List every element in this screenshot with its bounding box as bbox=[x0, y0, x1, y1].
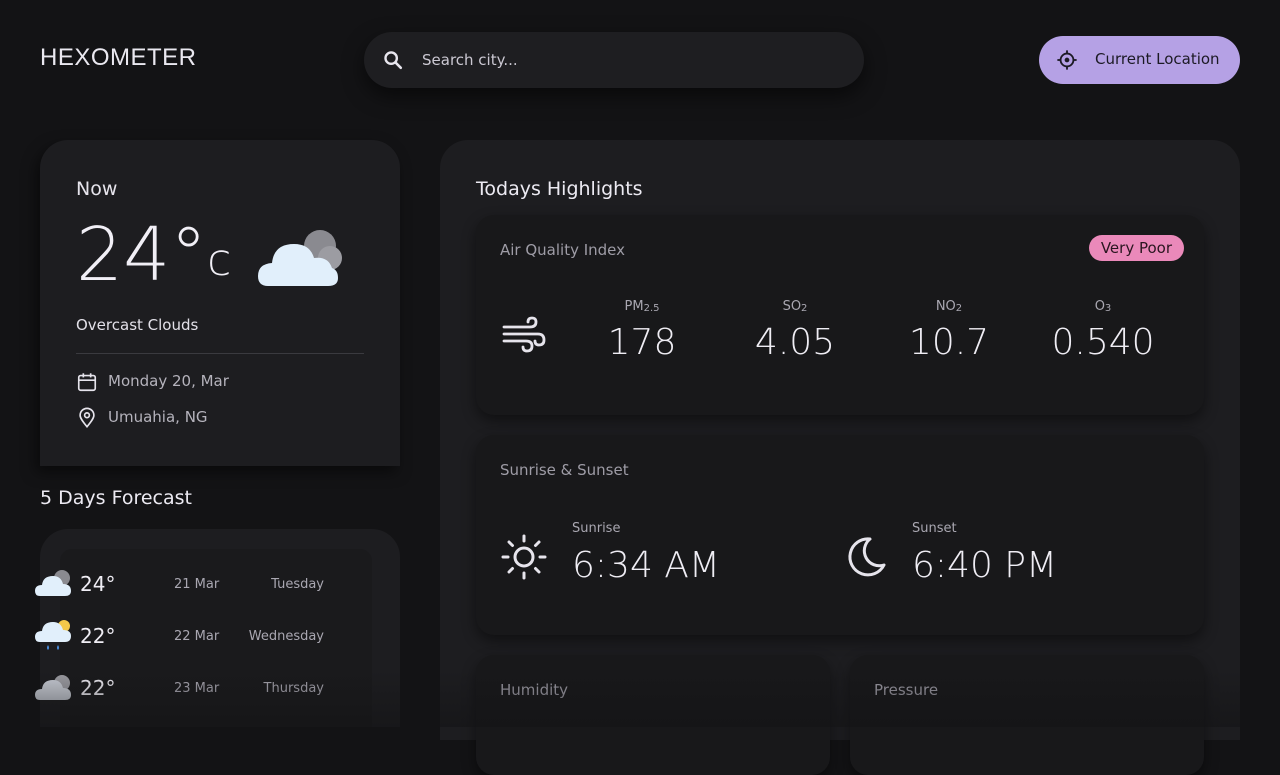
current-location-button[interactable]: Current Location bbox=[1039, 36, 1240, 84]
cloudy-icon bbox=[35, 570, 71, 596]
overcast-cloud-icon bbox=[258, 230, 342, 286]
highlights-panel: Todays Highlights Air Quality Index Very… bbox=[440, 140, 1240, 775]
current-date: Monday 20, Mar bbox=[108, 372, 229, 390]
so2-label: SO2 bbox=[782, 299, 808, 314]
so2-value: 4.05 bbox=[754, 322, 836, 363]
sunrise-value: 6:34 AM bbox=[572, 545, 720, 586]
no2-metric: NO2 10.7 bbox=[889, 299, 1009, 363]
forecast-date: 23 Mar bbox=[174, 681, 220, 696]
rain-sun-icon bbox=[35, 620, 71, 650]
forecast-row: 24° 21 Mar Tuesday bbox=[0, 564, 360, 604]
location-pin-icon bbox=[79, 407, 95, 428]
sun-icon bbox=[501, 534, 547, 580]
divider bbox=[76, 353, 364, 354]
search-input[interactable] bbox=[420, 46, 840, 74]
pm25-label: PM2.5 bbox=[624, 299, 660, 314]
forecast-date: 22 Mar bbox=[174, 629, 220, 644]
app-logo[interactable]: HEXOMETER bbox=[40, 44, 197, 72]
sunrise-sunset-card: Sunrise & Sunset Sunrise 6:34 AM Sunset … bbox=[476, 435, 1204, 635]
sunset-value: 6:40 PM bbox=[912, 545, 1058, 586]
overcast-icon bbox=[35, 675, 71, 700]
sunrise-sunset-title: Sunrise & Sunset bbox=[500, 461, 629, 479]
no2-label: NO2 bbox=[935, 299, 963, 314]
highlights-title: Todays Highlights bbox=[476, 178, 643, 200]
temperature-unit: c bbox=[207, 235, 232, 286]
humidity-card: Humidity bbox=[476, 655, 830, 775]
search-icon bbox=[384, 51, 403, 70]
current-temperature: 24°c bbox=[76, 212, 232, 298]
sunset-label: Sunset bbox=[912, 521, 957, 536]
air-quality-card: Air Quality Index Very Poor PM2.5 178 SO… bbox=[476, 215, 1204, 415]
pressure-title: Pressure bbox=[874, 681, 939, 699]
o3-metric: O3 0.540 bbox=[1043, 299, 1163, 363]
forecast-temp: 24° bbox=[80, 572, 116, 596]
crosshair-icon bbox=[1057, 50, 1077, 70]
current-location-label: Current Location bbox=[1095, 50, 1220, 68]
sunrise-label: Sunrise bbox=[572, 521, 621, 536]
so2-metric: SO2 4.05 bbox=[735, 299, 855, 363]
forecast-row: 22° 22 Mar Wednesday bbox=[0, 616, 360, 656]
air-quality-badge: Very Poor bbox=[1088, 235, 1184, 261]
forecast-row: 22° 23 Mar Thursday bbox=[0, 668, 360, 708]
forecast-date: 21 Mar bbox=[174, 577, 220, 592]
pm25-value: 178 bbox=[607, 322, 677, 363]
pm25-metric: PM2.5 178 bbox=[582, 299, 702, 363]
moon-icon bbox=[848, 537, 886, 577]
wind-icon bbox=[502, 316, 546, 353]
current-weather-card: Now 24°c Overcast Clouds Monday 20, Mar … bbox=[40, 140, 400, 466]
pressure-card: Pressure bbox=[850, 655, 1204, 775]
date-row: Monday 20, Mar bbox=[76, 370, 229, 394]
forecast-temp: 22° bbox=[80, 676, 116, 700]
forecast-day: Tuesday bbox=[271, 577, 324, 592]
calendar-icon bbox=[77, 373, 97, 392]
forecast-day: Wednesday bbox=[248, 629, 324, 644]
search-bar[interactable] bbox=[364, 32, 864, 88]
weather-condition: Overcast Clouds bbox=[76, 316, 199, 334]
now-title: Now bbox=[76, 178, 118, 200]
forecast-temp: 22° bbox=[80, 624, 116, 648]
no2-value: 10.7 bbox=[908, 322, 990, 363]
location-row: Umuahia, NG bbox=[76, 406, 208, 430]
humidity-title: Humidity bbox=[500, 681, 569, 699]
forecast-day: Thursday bbox=[263, 681, 324, 696]
o3-value: 0.540 bbox=[1051, 322, 1155, 363]
current-location: Umuahia, NG bbox=[108, 408, 208, 426]
forecast-title: 5 Days Forecast bbox=[40, 487, 192, 509]
air-quality-title: Air Quality Index bbox=[500, 241, 626, 259]
o3-label: O3 bbox=[1094, 299, 1112, 314]
app-header: HEXOMETER Current Location bbox=[0, 0, 1280, 120]
